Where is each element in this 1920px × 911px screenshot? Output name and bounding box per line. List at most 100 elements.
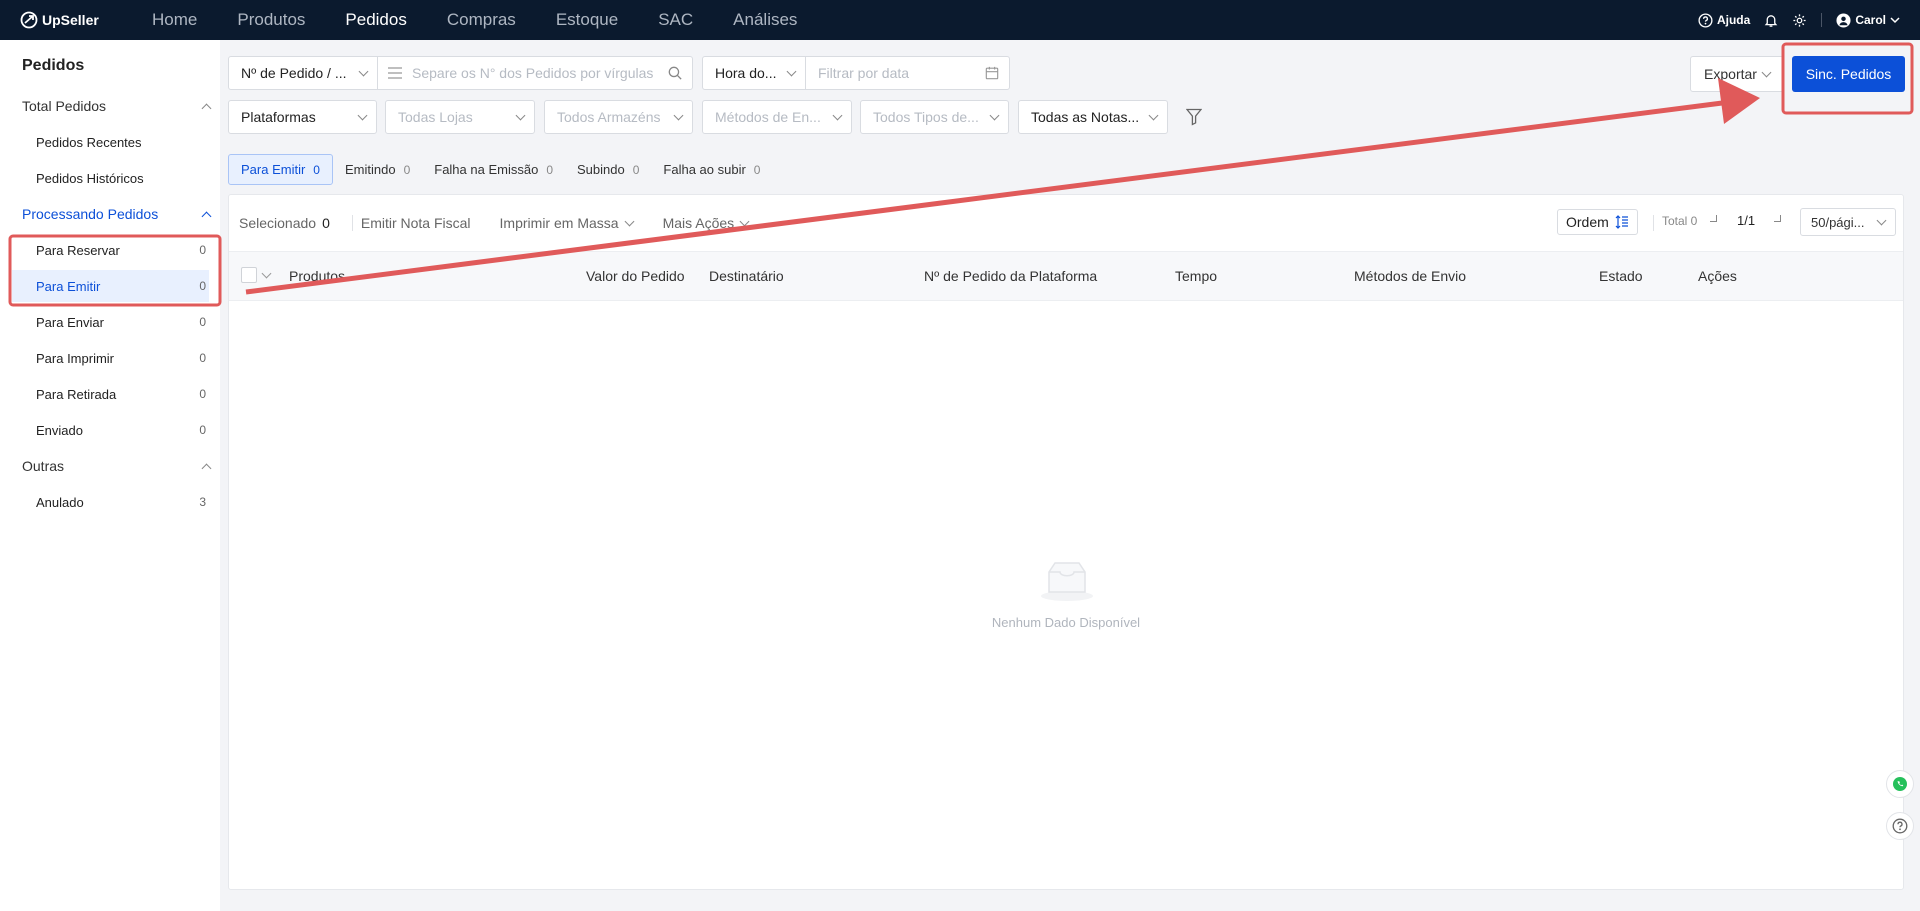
types-select[interactable]: Todos Tipos de... <box>860 100 1009 134</box>
export-label: Exportar <box>1704 66 1757 82</box>
nav-products[interactable]: Produtos <box>237 10 305 30</box>
warehouses-select[interactable]: Todos Armazéns <box>544 100 693 134</box>
tab-emission-failed[interactable]: Falha na Emissão 0 <box>422 154 565 185</box>
sidebar-item-count: 3 <box>199 495 206 509</box>
upseller-logo-icon <box>20 11 38 29</box>
tab-to-emit[interactable]: Para Emitir 0 <box>228 154 333 185</box>
time-type-select[interactable]: Hora do... <box>702 56 806 90</box>
sidebar-item-shipped[interactable]: Enviado 0 <box>12 414 209 446</box>
tab-upload-failed[interactable]: Falha ao subir 0 <box>651 154 772 185</box>
chevron-down-icon <box>1148 110 1159 120</box>
user-menu[interactable]: Carol <box>1836 12 1900 28</box>
chevron-up-icon <box>201 103 212 113</box>
platforms-select[interactable]: Plataformas <box>228 100 377 134</box>
more-actions-dropdown[interactable]: Mais Ações <box>663 215 750 231</box>
topbar-right: Ajuda Carol <box>1698 0 1900 40</box>
whatsapp-icon <box>1893 777 1907 791</box>
sidebar-item-label: Para Reservar <box>36 242 120 258</box>
orders-panel: Selecionado 0 Emitir Nota Fiscal Imprimi… <box>228 194 1904 890</box>
tab-emitting[interactable]: Emitindo 0 <box>333 154 422 185</box>
chevron-down-icon <box>515 110 526 120</box>
help-label: Ajuda <box>1716 13 1751 27</box>
group-total-orders[interactable]: Total Pedidos <box>22 98 212 114</box>
brand-name: UpSeller <box>42 12 99 28</box>
sidebar-item-count: 0 <box>199 423 206 437</box>
selected-count: 0 <box>322 215 330 231</box>
tab-count: 0 <box>546 162 553 177</box>
select-value: 50/pági... <box>1811 214 1865 230</box>
select-placeholder: Todos Armazéns <box>557 109 661 125</box>
next-page-icon[interactable] <box>1774 215 1781 222</box>
stores-select[interactable]: Todas Lojas <box>385 100 535 134</box>
nav-sac[interactable]: SAC <box>658 10 693 30</box>
mass-print-dropdown[interactable]: Imprimir em Massa <box>499 215 635 231</box>
tab-label: Falha ao subir <box>663 162 746 177</box>
sidebar-item-to-print[interactable]: Para Imprimir 0 <box>12 342 209 374</box>
nav-orders[interactable]: Pedidos <box>345 10 406 30</box>
filter-funnel-icon[interactable] <box>1186 108 1202 126</box>
sidebar-item-to-ship[interactable]: Para Enviar 0 <box>12 306 209 338</box>
bell-icon[interactable] <box>1764 13 1778 28</box>
chevron-down-icon <box>989 110 1000 120</box>
nav-analytics[interactable]: Análises <box>733 10 797 30</box>
tab-count: 0 <box>403 162 411 177</box>
chevron-down-icon <box>1761 67 1772 77</box>
date-filter-field[interactable]: Filtrar por data <box>805 56 1010 90</box>
per-page-select[interactable]: 50/pági... <box>1800 208 1896 236</box>
whatsapp-button[interactable] <box>1886 770 1914 798</box>
select-value: Todas as Notas... <box>1031 109 1140 125</box>
search-icon[interactable] <box>668 66 682 80</box>
chevron-down-icon <box>624 216 635 226</box>
calendar-icon <box>985 66 999 80</box>
help-float-button[interactable] <box>1886 812 1914 840</box>
chevron-down-icon <box>1876 215 1887 225</box>
sidebar-item-label: Para Retirada <box>36 386 117 402</box>
gear-icon[interactable] <box>1792 13 1807 28</box>
group-other[interactable]: Outras <box>22 458 212 474</box>
empty-state-text: Nenhum Dado Disponível <box>991 615 1141 630</box>
chevron-down-icon[interactable] <box>261 268 272 279</box>
select-value: Plataformas <box>241 109 316 125</box>
chevron-down-icon <box>786 66 797 76</box>
nav-stock[interactable]: Estoque <box>556 10 618 30</box>
sidebar-item-order-history[interactable]: Pedidos Históricos <box>12 162 209 194</box>
group-processing-orders[interactable]: Processando Pedidos <box>22 206 212 222</box>
sidebar-item-cancelled[interactable]: Anulado 3 <box>12 486 209 518</box>
sidebar-item-count: 0 <box>199 315 206 329</box>
sort-order-button[interactable]: Ordem <box>1557 209 1638 235</box>
group-total-label: Total Pedidos <box>22 98 107 114</box>
emit-invoice-button[interactable]: Emitir Nota Fiscal <box>361 215 471 231</box>
total-count: Total 0 <box>1662 214 1698 228</box>
col-order-value: Valor do Pedido <box>586 268 685 284</box>
order-number-type-select[interactable]: Nº de Pedido / ... <box>228 56 378 90</box>
brand-logo[interactable]: UpSeller <box>20 11 132 29</box>
sidebar-item-label: Para Imprimir <box>36 350 115 366</box>
col-status: Estado <box>1599 268 1643 284</box>
sidebar-item-label: Pedidos Recentes <box>36 134 142 150</box>
tab-label: Para Emitir <box>241 162 306 177</box>
group-other-label: Outras <box>22 458 65 474</box>
nav-purchases[interactable]: Compras <box>447 10 516 30</box>
select-all-checkbox[interactable] <box>241 267 257 283</box>
topbar-divider <box>1821 13 1823 27</box>
sidebar-item-to-reserve[interactable]: Para Reservar 0 <box>12 234 209 266</box>
help-link[interactable]: Ajuda <box>1698 12 1751 28</box>
sidebar-item-label: Enviado <box>36 422 83 438</box>
sync-orders-button[interactable]: Sinc. Pedidos <box>1792 56 1905 92</box>
prev-page-icon[interactable] <box>1710 215 1717 222</box>
tab-count: 0 <box>632 162 640 177</box>
sidebar-item-to-pickup[interactable]: Para Retirada 0 <box>12 378 209 410</box>
tab-uploading[interactable]: Subindo 0 <box>565 154 651 185</box>
order-search-field[interactable]: Separe os N° dos Pedidos por vírgulas <box>377 56 693 90</box>
select-placeholder: Todos Tipos de... <box>873 109 979 125</box>
sidebar-item-recent-orders[interactable]: Pedidos Recentes <box>12 126 209 158</box>
export-button[interactable]: Exportar <box>1690 56 1784 92</box>
sidebar-item-to-emit[interactable]: Para Emitir 0 <box>12 270 209 302</box>
shipping-methods-select[interactable]: Métodos de En... <box>702 100 852 134</box>
dropdown-label: Imprimir em Massa <box>499 215 619 231</box>
nav-home[interactable]: Home <box>152 10 197 30</box>
chevron-down-icon <box>357 110 368 120</box>
date-placeholder: Filtrar por data <box>818 65 910 81</box>
invoices-select[interactable]: Todas as Notas... <box>1018 100 1168 134</box>
tab-count: 0 <box>753 162 761 177</box>
